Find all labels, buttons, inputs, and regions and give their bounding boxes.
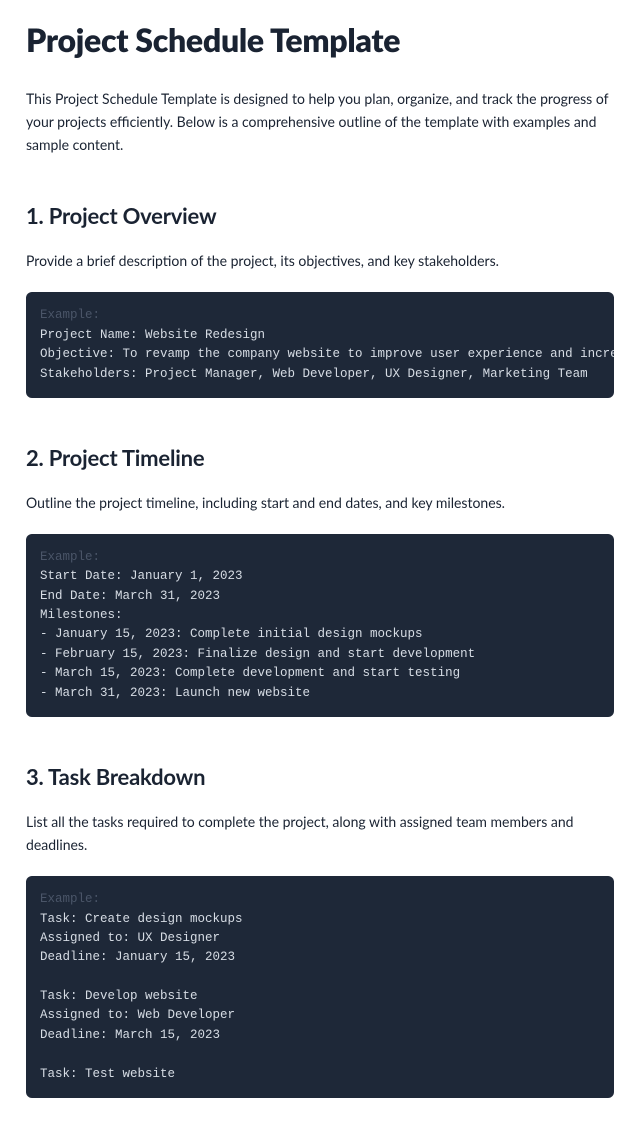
tasks-example-block: Example: Task: Create design mockups Ass…: [26, 876, 614, 1098]
overview-example-body: Project Name: Website Redesign Objective…: [40, 328, 614, 381]
example-label: Example:: [40, 550, 100, 564]
section-overview-heading: 1. Project Overview: [26, 202, 614, 229]
timeline-example-body: Start Date: January 1, 2023 End Date: Ma…: [40, 569, 475, 699]
intro-paragraph: This Project Schedule Template is design…: [26, 87, 614, 156]
section-tasks-desc: List all the tasks required to complete …: [26, 810, 614, 856]
tasks-example-body: Task: Create design mockups Assigned to:…: [40, 912, 243, 1081]
example-label: Example:: [40, 308, 100, 322]
section-tasks-heading: 3. Task Breakdown: [26, 763, 614, 790]
section-timeline-heading: 2. Project Timeline: [26, 444, 614, 471]
overview-example-block: Example: Project Name: Website Redesign …: [26, 292, 614, 398]
section-overview-desc: Provide a brief description of the proje…: [26, 249, 614, 272]
section-timeline-desc: Outline the project timeline, including …: [26, 491, 614, 514]
example-label: Example:: [40, 892, 100, 906]
timeline-example-block: Example: Start Date: January 1, 2023 End…: [26, 534, 614, 717]
page-title: Project Schedule Template: [26, 20, 614, 59]
